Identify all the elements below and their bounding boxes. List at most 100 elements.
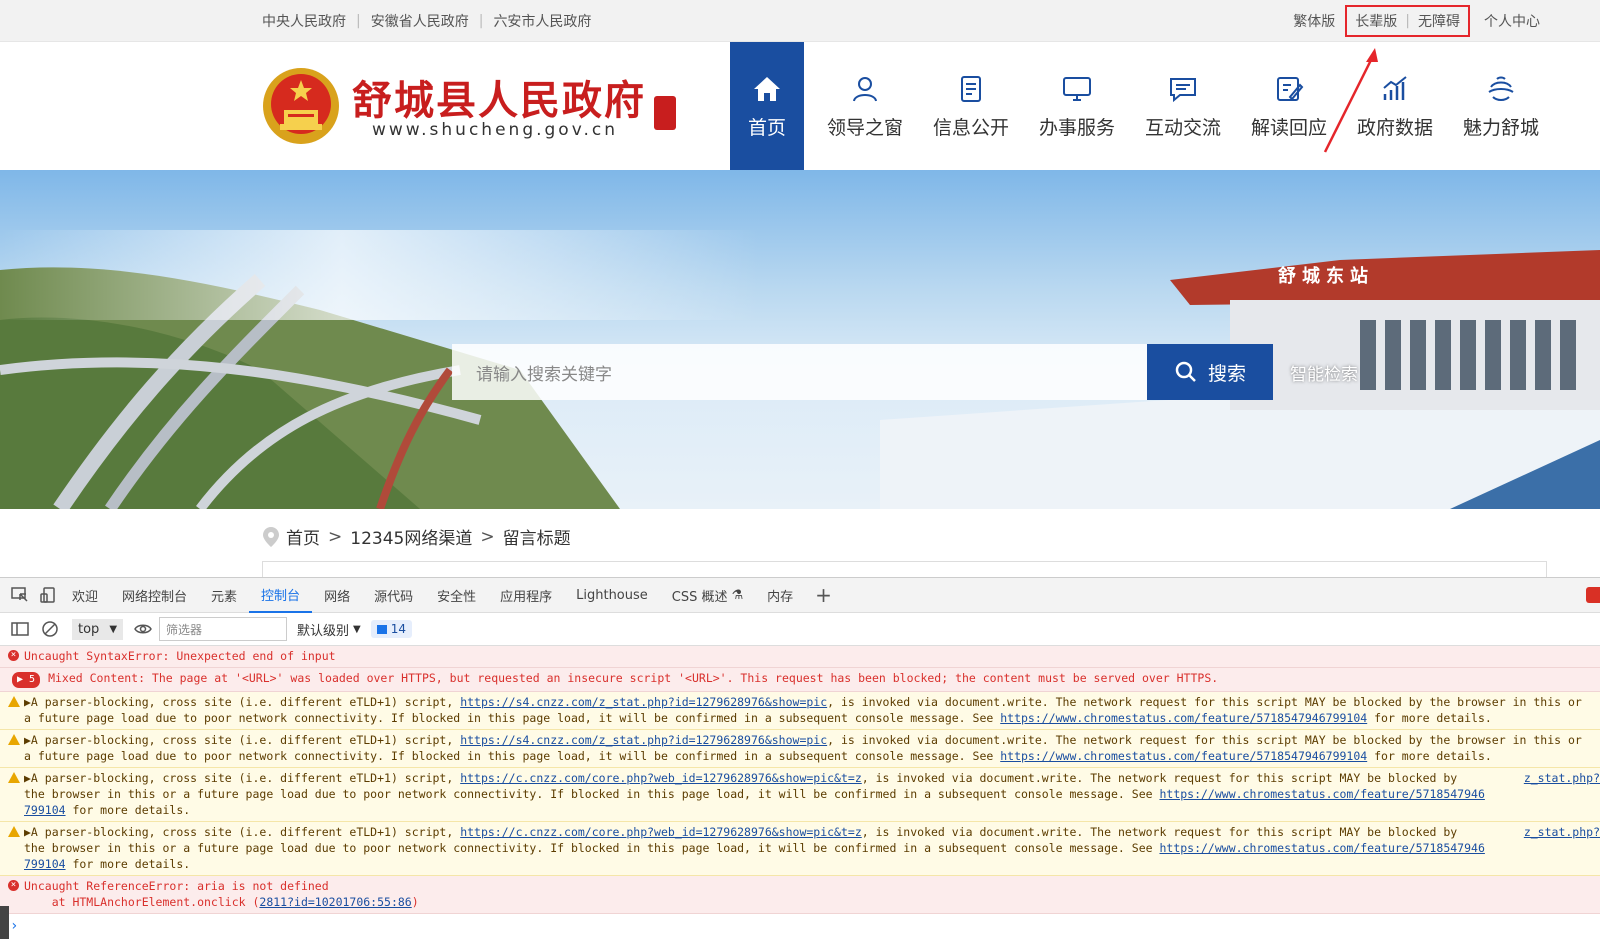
traditional-chinese-link[interactable]: 繁体版 (1293, 11, 1335, 31)
console-warning[interactable]: z_stat.php? ▶A parser-blocking, cross si… (0, 768, 1600, 822)
smart-search-link[interactable]: 智能检索 (1290, 360, 1358, 385)
error-indicator-icon[interactable] (1586, 587, 1600, 603)
tab-network[interactable]: 网络 (312, 578, 362, 613)
tab-welcome[interactable]: 欢迎 (60, 578, 110, 613)
nav-services[interactable]: 办事服务 (1024, 42, 1130, 170)
warning-icon (8, 772, 20, 783)
message-line: Uncaught ReferenceError: aria is not def… (24, 879, 329, 893)
accessible-link[interactable]: 无障碍 (1418, 11, 1460, 31)
search-button-label: 搜索 (1207, 362, 1246, 385)
tab-elements[interactable]: 元素 (199, 578, 249, 613)
chromestatus-link[interactable]: https://www.chromestatus.com/feature/571… (1159, 787, 1484, 801)
chromestatus-link[interactable]: https://www.chromestatus.com/feature/571… (1000, 749, 1367, 763)
message-line: the browser in this or a future page loa… (24, 840, 1592, 856)
nav-home[interactable]: 首页 (730, 42, 804, 170)
source-link[interactable]: z_stat.php? (1524, 770, 1600, 786)
nav-label: 政府数据 (1356, 116, 1433, 139)
error-count: 5 (29, 674, 36, 685)
message-text: at HTMLAnchorElement.onclick ( (24, 895, 260, 909)
context-selector[interactable]: top ▼ (72, 618, 124, 640)
script-link[interactable]: https://s4.cnzz.com/z_stat.php?id=127962… (460, 733, 827, 747)
search-input[interactable]: 请输入搜索关键字 (452, 344, 1147, 400)
log-level-selector[interactable]: 默认级别 ▼ (297, 620, 361, 639)
tab-lighthouse[interactable]: Lighthouse (564, 578, 660, 613)
scenery-icon (1488, 76, 1514, 101)
eye-icon[interactable] (133, 620, 153, 638)
error-icon: × (8, 650, 19, 661)
tab-css-overview[interactable]: CSS 概述 ⚗ (660, 578, 755, 613)
console-warning[interactable]: z_stat.php? ▶A parser-blocking, cross si… (0, 822, 1600, 876)
console-prompt[interactable]: › (0, 914, 1600, 938)
breadcrumb-channel[interactable]: 12345网络渠道 (350, 524, 472, 549)
chromestatus-link-cont[interactable]: 799104 (24, 857, 66, 871)
site-url: www.shucheng.gov.cn (372, 120, 618, 140)
nav-gov-data[interactable]: 政府数据 (1342, 42, 1448, 170)
nav-label: 领导之窗 (826, 116, 903, 139)
flask-icon: ⚗ (731, 587, 744, 603)
gov-links: 中央人民政府 | 安徽省人民政府 | 六安市人民政府 (262, 0, 591, 42)
inspect-element-icon[interactable] (10, 586, 30, 604)
search-button[interactable]: 搜索 (1147, 344, 1273, 400)
tab-sources[interactable]: 源代码 (362, 578, 425, 613)
message-line: ▶A parser-blocking, cross site (i.e. dif… (24, 770, 1592, 786)
banner-scene-image (0, 230, 1600, 509)
console-toolbar: top ▼ 筛选器 默认级别 ▼ 14 (0, 613, 1600, 646)
tab-security[interactable]: 安全性 (425, 578, 488, 613)
console-error[interactable]: × Uncaught SyntaxError: Unexpected end o… (0, 646, 1600, 668)
issues-count-badge[interactable]: 14 (370, 620, 413, 638)
script-link[interactable]: https://c.cnzz.com/core.php?web_id=12796… (460, 771, 862, 785)
document-icon (961, 75, 981, 102)
elder-version-link[interactable]: 长辈版 (1355, 11, 1397, 31)
page-root: 中央人民政府 | 安徽省人民政府 | 六安市人民政府 繁体版 长辈版 | 无障碍… (0, 0, 1600, 939)
nav-label: 信息公开 (932, 116, 1009, 139)
console-warning[interactable]: ▶A parser-blocking, cross site (i.e. dif… (0, 692, 1600, 730)
warning-icon (8, 734, 20, 745)
main-nav: 首页 领导之窗 信息公开 办事服务 互动交流 解读回应 政府数据 魅力舒城 (730, 42, 1554, 170)
nav-charm-shucheng[interactable]: 魅力舒城 (1448, 42, 1554, 170)
message-text: a future page load due to poor network c… (24, 711, 1001, 725)
message-line: ▶A parser-blocking, cross site (i.e. dif… (24, 824, 1592, 840)
tab-memory[interactable]: 内存 (755, 578, 805, 613)
link-luan-gov[interactable]: 六安市人民政府 (493, 11, 591, 31)
script-link[interactable]: https://c.cnzz.com/core.php?web_id=12796… (460, 825, 862, 839)
console-error[interactable]: ▶ 5 Mixed Content: The page at '<URL>' wa… (0, 668, 1600, 692)
message-text: for more details. (1367, 749, 1492, 763)
console-error[interactable]: × Uncaught ReferenceError: aria is not d… (0, 876, 1600, 914)
breadcrumb-home[interactable]: 首页 (286, 524, 320, 549)
personal-center-link[interactable]: 个人中心 (1484, 11, 1540, 31)
message-line: a future page load due to poor network c… (24, 748, 1592, 764)
nav-info-disclosure[interactable]: 信息公开 (918, 42, 1024, 170)
device-toggle-icon[interactable] (40, 586, 60, 604)
link-anhui-gov[interactable]: 安徽省人民政府 (371, 11, 469, 31)
chromestatus-link-cont[interactable]: 799104 (24, 803, 66, 817)
nav-label: 解读回应 (1250, 116, 1327, 139)
script-link[interactable]: https://s4.cnzz.com/z_stat.php?id=127962… (460, 695, 827, 709)
chromestatus-link[interactable]: https://www.chromestatus.com/feature/571… (1159, 841, 1484, 855)
source-link[interactable]: z_stat.php? (1524, 824, 1600, 840)
console-warning[interactable]: ▶A parser-blocking, cross site (i.e. dif… (0, 730, 1600, 768)
link-central-gov[interactable]: 中央人民政府 (262, 11, 346, 31)
breadcrumb: 首页 > 12345网络渠道 > 留言标题 (262, 524, 571, 549)
filter-input[interactable]: 筛选器 (159, 617, 288, 641)
nav-label: 魅力舒城 (1462, 116, 1539, 139)
site-logo[interactable]: 舒城县人民政府 www.shucheng.gov.cn (262, 66, 682, 150)
nav-leaders[interactable]: 领导之窗 (812, 42, 918, 170)
message-text: for more details. (65, 857, 191, 871)
breadcrumb-current: 留言标题 (502, 529, 571, 549)
tab-network-console[interactable]: 网络控制台 (110, 578, 199, 613)
sidebar-toggle-icon[interactable] (10, 620, 30, 638)
tab-application[interactable]: 应用程序 (488, 578, 564, 613)
breadcrumb-separator: > (328, 526, 343, 547)
elder-accessible-box: 长辈版 | 无障碍 (1345, 5, 1470, 37)
message-text: the browser in this or a future page loa… (24, 787, 1160, 801)
nav-interpretation[interactable]: 解读回应 (1236, 42, 1342, 170)
clear-console-icon[interactable] (40, 620, 60, 638)
chart-icon (1383, 75, 1407, 100)
message-line: ▶A parser-blocking, cross site (i.e. dif… (24, 694, 1592, 710)
add-tab-icon[interactable]: + (805, 583, 842, 607)
chromestatus-link[interactable]: https://www.chromestatus.com/feature/571… (1000, 711, 1367, 725)
source-link[interactable]: 2811?id=10201706:55:86 (259, 895, 411, 909)
tab-console[interactable]: 控制台 (249, 578, 313, 613)
nav-interaction[interactable]: 互动交流 (1130, 42, 1236, 170)
message-text: , is invoked via document.write. The net… (861, 825, 1458, 839)
